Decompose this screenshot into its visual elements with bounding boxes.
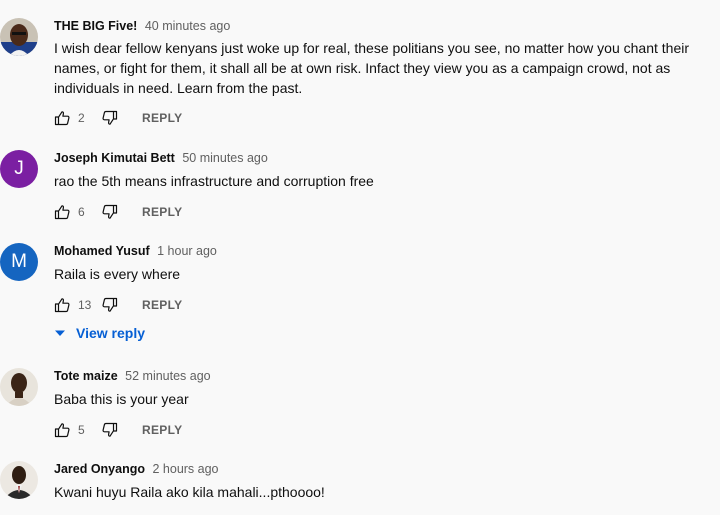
comment-author[interactable]: Mohamed Yusuf <box>54 244 150 258</box>
comment-actions: 5 REPLY <box>54 420 182 440</box>
like-count: 13 <box>78 298 92 312</box>
comment-meta: Joseph Kimutai Bett 50 minutes ago <box>54 150 268 166</box>
comment-text: Baba this is your year <box>54 391 189 407</box>
thumbs-up-icon[interactable] <box>54 297 70 313</box>
comment-timestamp[interactable]: 1 hour ago <box>157 244 217 258</box>
comment-actions: 6 REPLY <box>54 202 182 222</box>
thumbs-down-icon[interactable] <box>102 110 118 126</box>
comment-meta: Tote maize 52 minutes ago <box>54 368 211 384</box>
comment-author[interactable]: Tote maize <box>54 369 118 383</box>
comment-timestamp[interactable]: 40 minutes ago <box>145 19 230 33</box>
comment-author[interactable]: Jared Onyango <box>54 462 145 476</box>
comment-meta: Jared Onyango 2 hours ago <box>54 461 219 477</box>
comment-actions: 13 REPLY <box>54 295 182 315</box>
comment-meta: THE BIG Five! 40 minutes ago <box>54 18 230 34</box>
comment-author[interactable]: THE BIG Five! <box>54 19 137 33</box>
comment-author[interactable]: Joseph Kimutai Bett <box>54 151 175 165</box>
like-count: 5 <box>78 423 85 437</box>
thumbs-down-icon[interactable] <box>102 204 118 220</box>
comment-actions: 2 REPLY <box>54 108 182 128</box>
view-replies-label: View reply <box>76 325 146 341</box>
avatar[interactable]: M <box>0 243 38 281</box>
like-count: 6 <box>78 205 85 219</box>
comment-text: rao the 5th means infrastructure and cor… <box>54 173 374 189</box>
comment-timestamp[interactable]: 52 minutes ago <box>125 369 210 383</box>
comment-timestamp[interactable]: 50 minutes ago <box>182 151 267 165</box>
thumbs-up-icon[interactable] <box>54 204 70 220</box>
like-count: 2 <box>78 111 85 125</box>
thumbs-down-icon[interactable] <box>102 297 118 313</box>
avatar-letter: M <box>11 251 27 272</box>
reply-button[interactable]: REPLY <box>142 111 182 125</box>
avatar-photo <box>0 368 38 406</box>
reply-button[interactable]: REPLY <box>142 298 182 312</box>
comment-text: I wish dear fellow kenyans just woke up … <box>54 40 690 96</box>
avatar[interactable] <box>0 368 38 406</box>
avatar-photo <box>0 461 38 499</box>
view-replies-button[interactable]: View reply <box>52 324 145 342</box>
comment-timestamp[interactable]: 2 hours ago <box>152 462 218 476</box>
avatar-letter: J <box>14 158 24 179</box>
avatar[interactable]: J <box>0 150 38 188</box>
reply-button[interactable]: REPLY <box>142 423 182 437</box>
comment-text: Raila is every where <box>54 266 181 282</box>
thumbs-up-icon[interactable] <box>54 110 70 126</box>
avatar[interactable] <box>0 461 38 499</box>
comment-meta: Mohamed Yusuf 1 hour ago <box>54 243 217 259</box>
reply-button[interactable]: REPLY <box>142 205 182 219</box>
thumbs-down-icon[interactable] <box>102 422 118 438</box>
comment-text: Kwani huyu Raila ako kila mahali...pthoo… <box>54 484 325 500</box>
avatar-photo <box>0 18 38 56</box>
thumbs-up-icon[interactable] <box>54 422 70 438</box>
avatar[interactable] <box>0 18 38 56</box>
caret-down-icon <box>55 330 65 336</box>
